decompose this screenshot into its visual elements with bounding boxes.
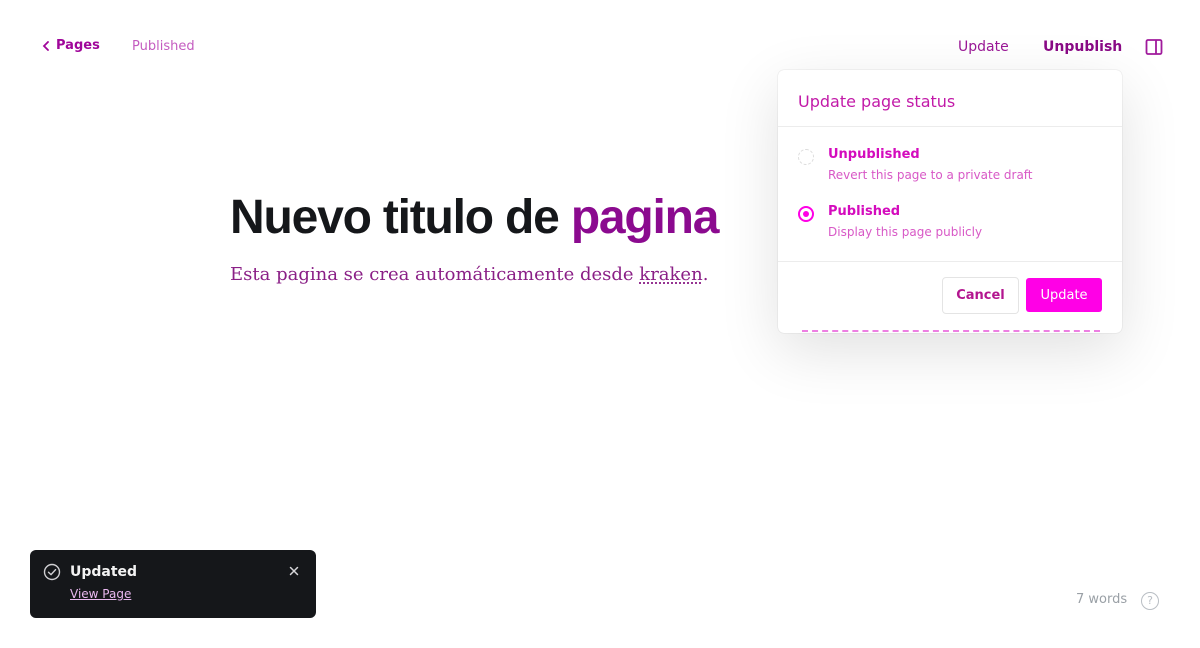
- option-description: Revert this page to a private draft: [828, 168, 1033, 182]
- sidebar-panel-icon[interactable]: [1145, 38, 1163, 56]
- cancel-button[interactable]: Cancel: [942, 277, 1019, 314]
- popover-divider: [778, 126, 1122, 127]
- notification-toast: Updated View Page: [30, 550, 316, 618]
- title-text-tail: pagina: [570, 191, 720, 244]
- page-title-editor[interactable]: Nuevo titulo de pagina: [230, 190, 720, 245]
- option-label: Unpublished: [828, 147, 920, 162]
- chevron-left-icon: [42, 40, 49, 51]
- radio-unpublished[interactable]: [798, 149, 814, 165]
- back-label: Pages: [56, 38, 100, 53]
- check-circle-icon: [43, 563, 61, 581]
- excerpt-text: Esta pagina se crea automáticamente desd…: [230, 264, 640, 285]
- update-status-popover: Update page status Unpublished Revert th…: [778, 70, 1122, 333]
- excerpt-link[interactable]: kraken: [639, 264, 702, 285]
- view-page-link[interactable]: View Page: [70, 587, 131, 601]
- title-text: Nuevo titulo de: [230, 191, 571, 244]
- option-label: Published: [828, 204, 901, 219]
- decorative-underline: [802, 330, 1100, 332]
- close-icon[interactable]: [287, 564, 301, 578]
- header-update-button[interactable]: Update: [958, 39, 1009, 55]
- update-button[interactable]: Update: [1026, 278, 1102, 312]
- popover-title: Update page status: [798, 92, 956, 111]
- popover-divider: [778, 261, 1122, 262]
- option-description: Display this page publicly: [828, 225, 983, 239]
- back-to-pages-link[interactable]: Pages: [42, 38, 100, 53]
- word-count: 7 words: [1076, 592, 1128, 607]
- excerpt-end: .: [702, 264, 709, 285]
- header-unpublish-button[interactable]: Unpublish: [1043, 39, 1122, 55]
- publish-status-text: Published: [132, 39, 195, 54]
- page-excerpt[interactable]: Esta pagina se crea automáticamente desd…: [230, 264, 708, 285]
- help-circle-icon[interactable]: ?: [1141, 592, 1159, 610]
- radio-published[interactable]: [798, 206, 814, 222]
- toast-title: Updated: [70, 564, 138, 580]
